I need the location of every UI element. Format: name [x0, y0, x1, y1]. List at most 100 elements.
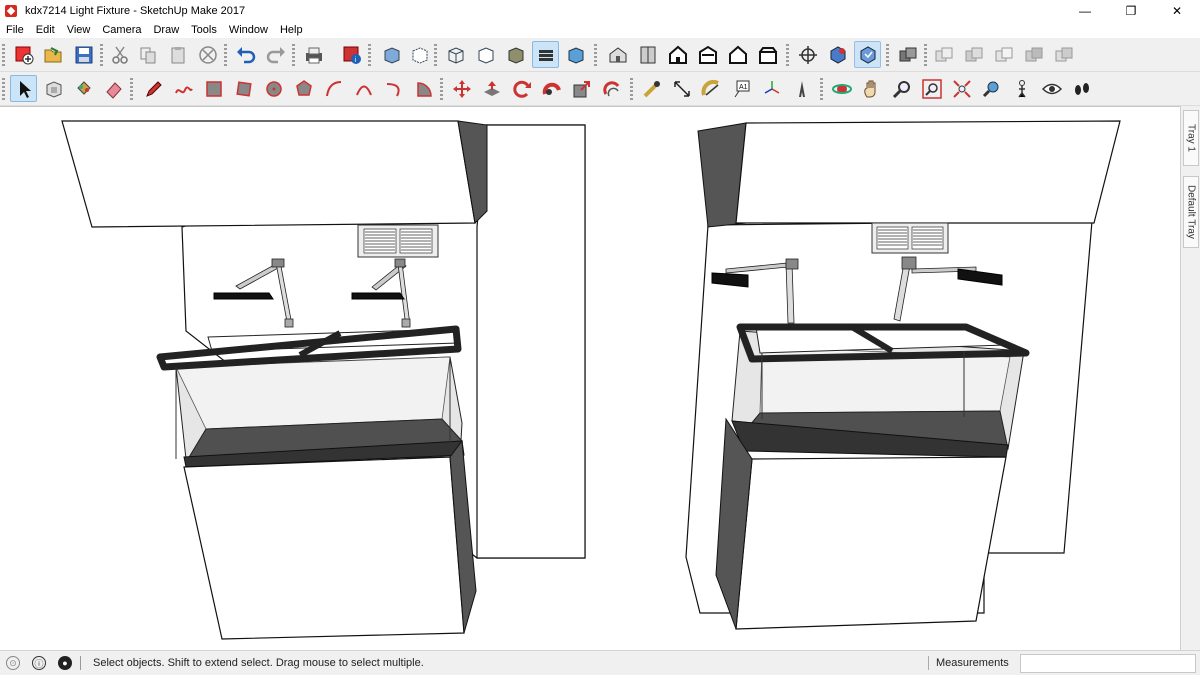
orbit-icon[interactable]	[828, 75, 855, 102]
back-view-icon[interactable]	[724, 41, 751, 68]
text-icon[interactable]: A1	[728, 75, 755, 102]
look-around-icon[interactable]	[1038, 75, 1065, 102]
toolbar-grip[interactable]	[368, 44, 371, 66]
position-camera-icon[interactable]	[1008, 75, 1035, 102]
toolbar-grip[interactable]	[786, 44, 789, 66]
paste-icon[interactable]	[164, 41, 191, 68]
layer-4-icon[interactable]	[1020, 41, 1047, 68]
zoom-window-icon[interactable]	[918, 75, 945, 102]
pie-icon[interactable]	[410, 75, 437, 102]
layer-5-icon[interactable]	[1050, 41, 1077, 68]
shaded-icon[interactable]	[502, 41, 529, 68]
front-view-icon[interactable]	[664, 41, 691, 68]
layer-1-icon[interactable]	[930, 41, 957, 68]
tray-1-tab[interactable]: Tray 1	[1183, 110, 1199, 166]
get-started-icon[interactable]	[10, 41, 37, 68]
pencil-icon[interactable]	[140, 75, 167, 102]
toolbar-grip[interactable]	[630, 78, 633, 100]
hidden-line-icon[interactable]	[472, 41, 499, 68]
zoom-icon[interactable]	[888, 75, 915, 102]
layer-3-icon[interactable]	[990, 41, 1017, 68]
paint-bucket-icon[interactable]	[70, 75, 97, 102]
zoom-extents-icon[interactable]	[948, 75, 975, 102]
toolbar-grip[interactable]	[924, 44, 927, 66]
erase-icon[interactable]	[194, 41, 221, 68]
menu-draw[interactable]: Draw	[147, 24, 185, 36]
previous-view-icon[interactable]	[978, 75, 1005, 102]
move-icon[interactable]	[448, 75, 475, 102]
shaded-textures-icon[interactable]	[532, 41, 559, 68]
rotated-rectangle-icon[interactable]	[230, 75, 257, 102]
left-view-icon[interactable]	[754, 41, 781, 68]
toolbar-grip[interactable]	[130, 78, 133, 100]
menu-edit[interactable]: Edit	[30, 24, 61, 36]
select-icon[interactable]	[10, 75, 37, 102]
rotate-icon[interactable]	[508, 75, 535, 102]
default-tray-tab[interactable]: Default Tray	[1183, 176, 1199, 248]
toolbar-grip[interactable]	[2, 78, 5, 100]
3d-text-icon[interactable]	[788, 75, 815, 102]
axes-icon[interactable]	[758, 75, 785, 102]
copy-icon[interactable]	[134, 41, 161, 68]
monochrome-icon[interactable]	[562, 41, 589, 68]
layer-2-icon[interactable]	[960, 41, 987, 68]
menu-help[interactable]: Help	[274, 24, 309, 36]
wireframe-icon[interactable]	[442, 41, 469, 68]
save-icon[interactable]	[70, 41, 97, 68]
toolbar-grip[interactable]	[440, 78, 443, 100]
geo-location-icon[interactable]: ⊙	[6, 656, 20, 670]
protractor-icon[interactable]	[698, 75, 725, 102]
measurements-input[interactable]	[1020, 654, 1196, 673]
toolbar-grip[interactable]	[100, 44, 103, 66]
extension-icon[interactable]	[854, 41, 881, 68]
credits-icon[interactable]: ⓘ	[32, 656, 46, 670]
rectangle-icon[interactable]	[200, 75, 227, 102]
walk-icon[interactable]	[1068, 75, 1095, 102]
back-edges-icon[interactable]	[406, 41, 433, 68]
iso-view-icon[interactable]	[604, 41, 631, 68]
components-icon[interactable]	[894, 41, 921, 68]
push-pull-icon[interactable]	[478, 75, 505, 102]
offset-icon[interactable]	[598, 75, 625, 102]
circle-icon[interactable]	[260, 75, 287, 102]
pan-icon[interactable]	[858, 75, 885, 102]
tape-measure-icon[interactable]	[638, 75, 665, 102]
arc-icon[interactable]	[320, 75, 347, 102]
model-info-icon[interactable]: i	[338, 41, 365, 68]
close-button[interactable]: ✕	[1154, 0, 1200, 21]
warehouse-icon[interactable]	[824, 41, 851, 68]
menu-window[interactable]: Window	[223, 24, 274, 36]
xray-icon[interactable]	[378, 41, 405, 68]
open-icon[interactable]	[40, 41, 67, 68]
toolbar-grip[interactable]	[292, 44, 295, 66]
walkthrough-icon[interactable]	[794, 41, 821, 68]
toolbar-grip[interactable]	[886, 44, 889, 66]
three-point-arc-icon[interactable]	[380, 75, 407, 102]
polygon-icon[interactable]	[290, 75, 317, 102]
two-point-arc-icon[interactable]	[350, 75, 377, 102]
model-viewport[interactable]	[0, 106, 1180, 650]
print-icon[interactable]	[300, 41, 327, 68]
redo-icon[interactable]	[262, 41, 289, 68]
toolbar-grip[interactable]	[820, 78, 823, 100]
undo-icon[interactable]	[232, 41, 259, 68]
minimize-button[interactable]: —	[1062, 0, 1108, 21]
eraser-icon[interactable]	[100, 75, 127, 102]
toolbar-grip[interactable]	[2, 44, 5, 66]
top-view-icon[interactable]	[634, 41, 661, 68]
cut-icon[interactable]	[106, 41, 133, 68]
menu-tools[interactable]: Tools	[185, 24, 223, 36]
dimension-icon[interactable]	[668, 75, 695, 102]
make-component-icon[interactable]	[40, 75, 67, 102]
account-icon[interactable]: ●	[58, 656, 72, 670]
restore-button[interactable]: ❐	[1108, 0, 1154, 21]
follow-me-icon[interactable]	[538, 75, 565, 102]
toolbar-grip[interactable]	[224, 44, 227, 66]
right-view-icon[interactable]	[694, 41, 721, 68]
freehand-icon[interactable]	[170, 75, 197, 102]
toolbar-grip[interactable]	[594, 44, 597, 66]
menu-camera[interactable]: Camera	[96, 24, 147, 36]
scale-icon[interactable]	[568, 75, 595, 102]
menu-view[interactable]: View	[61, 24, 97, 36]
menu-file[interactable]: File	[0, 24, 30, 36]
